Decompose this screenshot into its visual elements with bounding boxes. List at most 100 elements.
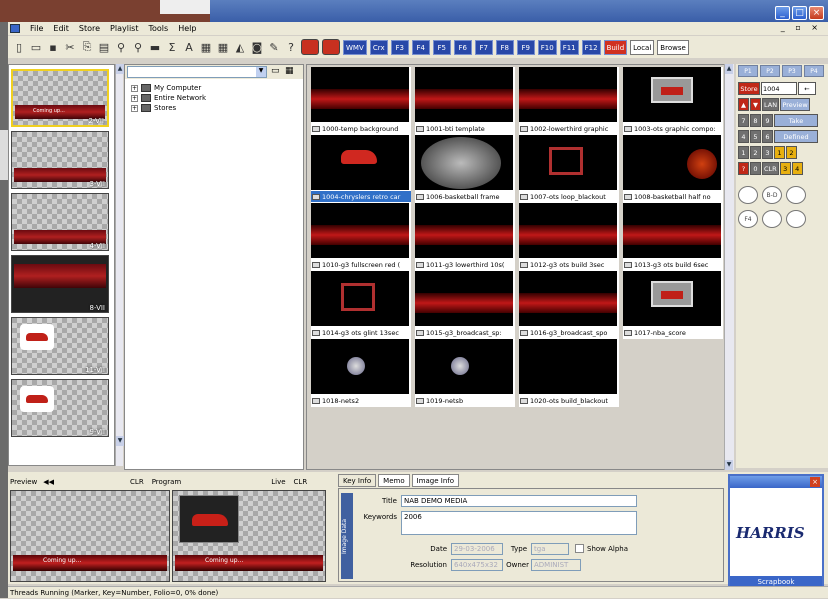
expand-icon[interactable]: + (131, 104, 138, 112)
key-2[interactable]: 2 (750, 146, 761, 159)
key-lan[interactable]: LAN (762, 98, 780, 111)
chevron-down-icon[interactable]: ▼ (256, 67, 266, 77)
tree-item-entire-network[interactable]: + Entire Network (131, 94, 206, 102)
fkey-f3[interactable]: F3 (390, 39, 409, 55)
media-thumbnail[interactable]: 1007-ots loop_blackout (519, 135, 619, 203)
f4-icon[interactable]: F4 (738, 210, 758, 228)
device-icon[interactable] (786, 210, 806, 228)
media-thumbnail[interactable]: 1006-basketball frame (415, 135, 515, 203)
sigma-icon[interactable]: Σ (165, 41, 179, 54)
list-thumb[interactable]: Coming up... 2-VII (11, 69, 109, 127)
tab-p4[interactable]: P4 (804, 65, 824, 77)
expand-icon[interactable]: + (131, 94, 138, 102)
preview-list[interactable]: Coming up... 2-VII 3-VII 4-VII 8-VII 11-… (8, 64, 115, 466)
rewind-icon[interactable]: ◀◀ (43, 478, 54, 486)
fkey-crx[interactable]: Crx (369, 39, 388, 55)
print-icon[interactable]: ▬ (148, 41, 162, 54)
media-thumbnail[interactable]: 1000-temp background (311, 67, 411, 135)
help-pointer-icon[interactable]: ? (284, 41, 298, 54)
media-thumbnail[interactable]: 1012-g3 ots build 3sec (519, 203, 619, 271)
key-down[interactable]: ▼ (750, 98, 761, 111)
device-icon[interactable] (762, 210, 782, 228)
fkey-f6[interactable]: F6 (453, 39, 472, 55)
text-icon[interactable]: A (182, 41, 196, 54)
list-thumb[interactable]: 4-VII (11, 193, 109, 251)
media-thumbnail[interactable]: 1020-ots build_blackout (519, 339, 619, 407)
copy-icon[interactable]: ⎘ (80, 40, 94, 54)
tab-memo[interactable]: Memo (378, 474, 410, 487)
local-button[interactable]: Local (630, 39, 655, 55)
key-8[interactable]: 8 (750, 114, 761, 127)
fkey-f5[interactable]: F5 (432, 39, 451, 55)
key-9[interactable]: 9 (762, 114, 773, 127)
image-button-1[interactable] (301, 39, 319, 55)
fkey-f11[interactable]: F11 (559, 39, 579, 55)
key-take[interactable]: Take (774, 114, 818, 127)
key-up[interactable]: ▲ (738, 98, 749, 111)
browse-button[interactable]: Browse (657, 39, 689, 55)
key-4[interactable]: 4 (738, 130, 749, 143)
fkey-f10[interactable]: F10 (537, 39, 557, 55)
menu-file[interactable]: File (30, 24, 43, 33)
media-thumbnail[interactable]: 1014-g3 ots glint 13sec (311, 271, 411, 339)
list-thumb[interactable]: 9-VII (11, 379, 109, 437)
store-input[interactable]: 1004 (761, 82, 797, 95)
key-defined[interactable]: Defined (774, 130, 818, 143)
paste-icon[interactable]: ▤ (97, 41, 111, 54)
key-preview[interactable]: Preview (780, 98, 811, 111)
key-defined-2[interactable]: 2 (786, 146, 797, 159)
key-defined-4[interactable]: 4 (791, 162, 803, 175)
table-icon[interactable]: ▦ (216, 41, 230, 54)
key-defined-1[interactable]: 1 (774, 146, 785, 159)
tab-p1[interactable]: P1 (738, 65, 758, 77)
camera-icon[interactable]: ◙ (250, 41, 264, 54)
media-thumbnail[interactable]: 1015-g3_broadcast_sp: (415, 271, 515, 339)
bd-icon[interactable]: B-D (762, 186, 782, 204)
key-help[interactable]: ? (738, 162, 749, 175)
media-thumbnail[interactable]: 1003-ots graphic compo: (623, 67, 723, 135)
view-icon[interactable]: ▦ (285, 66, 294, 76)
key-5[interactable]: 5 (750, 130, 761, 143)
media-thumbnail[interactable]: 1011-g3 lowerthird 10s( (415, 203, 515, 271)
save-icon[interactable]: ▪ (46, 41, 60, 54)
open-icon[interactable]: ▭ (29, 41, 43, 54)
clr-button[interactable]: CLR (130, 478, 144, 486)
grid-icon[interactable]: ▦ (199, 41, 213, 54)
media-thumbnail[interactable]: 1004-chryslers retro car (311, 135, 411, 203)
keywords-field[interactable]: 2006 (401, 511, 637, 535)
folder-up-icon[interactable]: ▭ (271, 66, 280, 76)
media-thumbnail[interactable]: 1016-g3_broadcast_spo (519, 271, 619, 339)
media-thumbnail[interactable]: 1001-bti template (415, 67, 515, 135)
title-field[interactable]: NAB DEMO MEDIA (401, 495, 637, 507)
clr-program-button[interactable]: CLR (294, 478, 308, 486)
media-thumbnail[interactable]: 1010-g3 fullscreen red ( (311, 203, 411, 271)
new-icon[interactable]: ▯ (12, 41, 26, 54)
tab-p3[interactable]: P3 (782, 65, 802, 77)
list-thumb[interactable]: 3-VII (11, 131, 109, 189)
cut-icon[interactable]: ✂ (63, 41, 77, 54)
key-defined-3[interactable]: 3 (779, 162, 791, 175)
maximize-icon[interactable]: □ (792, 6, 807, 20)
fkey-wmv[interactable]: WMV (343, 39, 367, 55)
menu-edit[interactable]: Edit (53, 24, 69, 33)
find-next-icon[interactable]: ⚲ (131, 41, 145, 54)
close-icon[interactable]: × (810, 477, 820, 487)
scroll-up-icon[interactable]: ▲ (725, 64, 733, 74)
image-button-2[interactable] (322, 39, 340, 55)
mdi-controls[interactable]: _ ▫ × (781, 23, 822, 32)
show-alpha-checkbox[interactable] (575, 544, 584, 553)
media-thumbnail[interactable]: 1018-nets2 (311, 339, 411, 407)
close-icon[interactable]: × (809, 6, 824, 20)
backspace-icon[interactable]: ← (798, 82, 816, 95)
tree-item-my-computer[interactable]: + My Computer (131, 84, 201, 92)
media-thumbnail[interactable]: 1017-nba_score (623, 271, 723, 339)
menu-help[interactable]: Help (178, 24, 196, 33)
key-0[interactable]: 0 (750, 162, 761, 175)
scroll-down-icon[interactable]: ▼ (725, 460, 733, 470)
grid-scrollbar[interactable]: ▲ ▼ (724, 64, 734, 470)
menu-store[interactable]: Store (79, 24, 100, 33)
fkey-f7[interactable]: F7 (474, 39, 493, 55)
menu-playlist[interactable]: Playlist (110, 24, 138, 33)
tab-p2[interactable]: P2 (760, 65, 780, 77)
shapes-icon[interactable]: ◭ (233, 41, 247, 54)
